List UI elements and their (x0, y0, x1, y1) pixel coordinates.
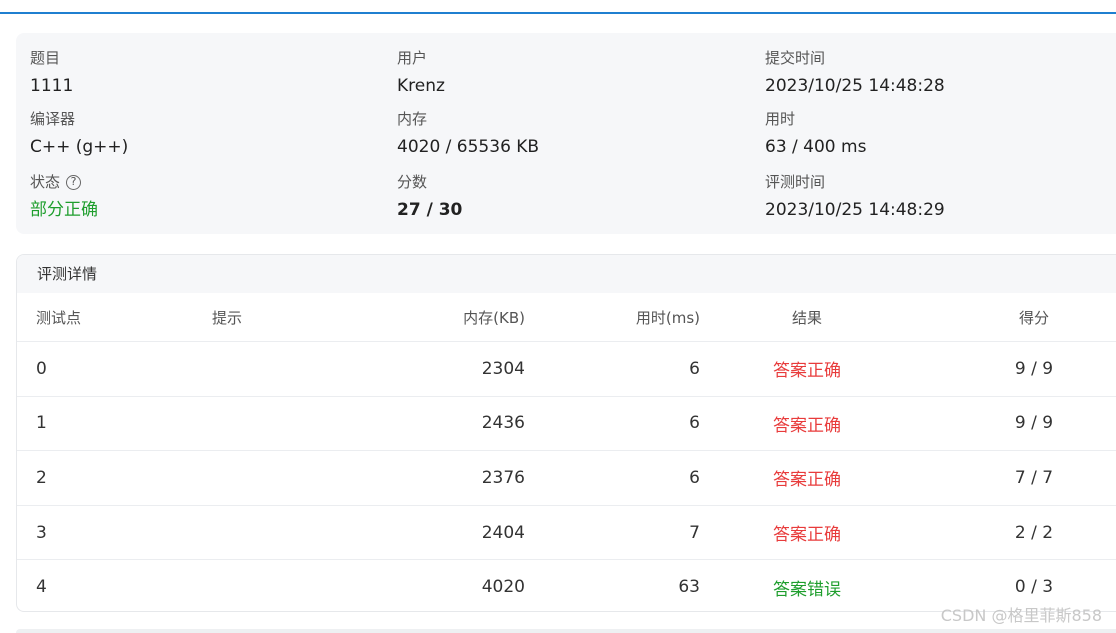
case-id: 4 (36, 577, 47, 598)
case-score-text: 9 / 9 (1014, 358, 1054, 379)
case-time: 6 (689, 413, 700, 434)
score-label: 分数 (397, 173, 428, 191)
table-row: 3 2404 7 答案正确 2 / 2 (17, 506, 1116, 561)
case-id: 0 (36, 358, 47, 379)
top-accent-line (0, 12, 1116, 14)
time-field: 用时 63 / 400 ms (765, 109, 866, 158)
col-hint-header: 提示 (212, 308, 243, 327)
submission-summary: 题目 1111 用户 Krenz 提交时间 2023/10/25 14:48:2… (16, 33, 1116, 234)
case-id: 3 (36, 522, 47, 543)
case-score-text: 2 / 2 (1014, 522, 1054, 543)
case-memory: 2304 (481, 358, 525, 379)
compiler-value: C++ (g++) (30, 137, 129, 157)
next-panel-edge (16, 629, 1116, 633)
case-result-text: 答案错误 (773, 579, 841, 600)
memory-field: 内存 4020 / 65536 KB (397, 109, 539, 158)
judge-time-value: 2023/10/25 14:48:29 (765, 200, 945, 220)
problem-field: 题目 1111 (30, 48, 73, 97)
case-memory: 2404 (481, 522, 525, 543)
problem-value[interactable]: 1111 (30, 75, 73, 97)
status-value: 部分正确 (30, 200, 98, 220)
time-value: 63 / 400 ms (765, 137, 867, 157)
case-time: 7 (689, 522, 700, 543)
user-label: 用户 (397, 49, 428, 67)
compiler-field: 编译器 C++ (g++) (30, 109, 128, 158)
problem-label: 题目 (30, 49, 61, 67)
status-label: 状态 (30, 173, 61, 191)
case-result-text: 答案正确 (773, 525, 841, 546)
status-field: 状态 ? 部分正确 (30, 172, 98, 221)
compiler-label: 编译器 (30, 110, 76, 128)
table-row: 0 2304 6 答案正确 9 / 9 (17, 342, 1116, 397)
score-value: 27 / 30 (397, 200, 463, 220)
col-score-header-text: 得分 (1019, 308, 1050, 327)
user-field: 用户 Krenz (397, 48, 445, 97)
submit-time-label: 提交时间 (765, 49, 826, 67)
case-result-text: 答案正确 (773, 470, 841, 491)
help-icon[interactable]: ? (66, 174, 82, 190)
case-memory: 4020 (481, 577, 525, 598)
case-time: 6 (689, 467, 700, 488)
time-label: 用时 (765, 110, 796, 128)
case-time: 6 (689, 358, 700, 379)
case-id: 1 (36, 413, 47, 434)
submit-time-value: 2023/10/25 14:48:28 (765, 76, 945, 96)
case-time: 63 (678, 577, 700, 598)
col-case-header: 测试点 (36, 308, 82, 327)
case-score-text: 0 / 3 (1014, 577, 1054, 598)
table-header-row: 测试点 提示 内存(KB) 用时(ms) 结果 得分 (17, 293, 1116, 342)
case-memory: 2436 (481, 413, 525, 434)
case-score-text: 9 / 9 (1014, 413, 1054, 434)
case-id: 2 (36, 467, 47, 488)
judge-details-table: 测试点 提示 内存(KB) 用时(ms) 结果 得分 0 2304 6 答案正确… (17, 293, 1116, 611)
status-label-row: 状态 ? (30, 172, 98, 192)
table-row: 1 2436 6 答案正确 9 / 9 (17, 397, 1116, 452)
watermark: CSDN @格里菲斯858 (940, 606, 1102, 625)
judge-details-title: 评测详情 (17, 255, 1116, 293)
col-memory-header: 内存(KB) (463, 308, 525, 327)
judge-time-label: 评测时间 (765, 173, 826, 191)
col-result-header-text: 结果 (792, 308, 823, 327)
memory-value: 4020 / 65536 KB (397, 137, 540, 157)
score-field: 分数 27 / 30 (397, 172, 462, 221)
user-value[interactable]: Krenz (397, 75, 445, 97)
table-row: 2 2376 6 答案正确 7 / 7 (17, 451, 1116, 506)
submit-time-field: 提交时间 2023/10/25 14:48:28 (765, 48, 945, 97)
case-memory: 2376 (481, 467, 525, 488)
memory-label: 内存 (397, 110, 428, 128)
case-result-text: 答案正确 (773, 415, 841, 436)
case-score-text: 7 / 7 (1014, 467, 1054, 488)
judge-details-panel: 评测详情 测试点 提示 内存(KB) 用时(ms) 结果 得分 0 2304 6… (16, 254, 1116, 612)
case-result-text: 答案正确 (773, 361, 841, 382)
judge-time-field: 评测时间 2023/10/25 14:48:29 (765, 172, 945, 221)
col-time-header: 用时(ms) (635, 308, 700, 327)
